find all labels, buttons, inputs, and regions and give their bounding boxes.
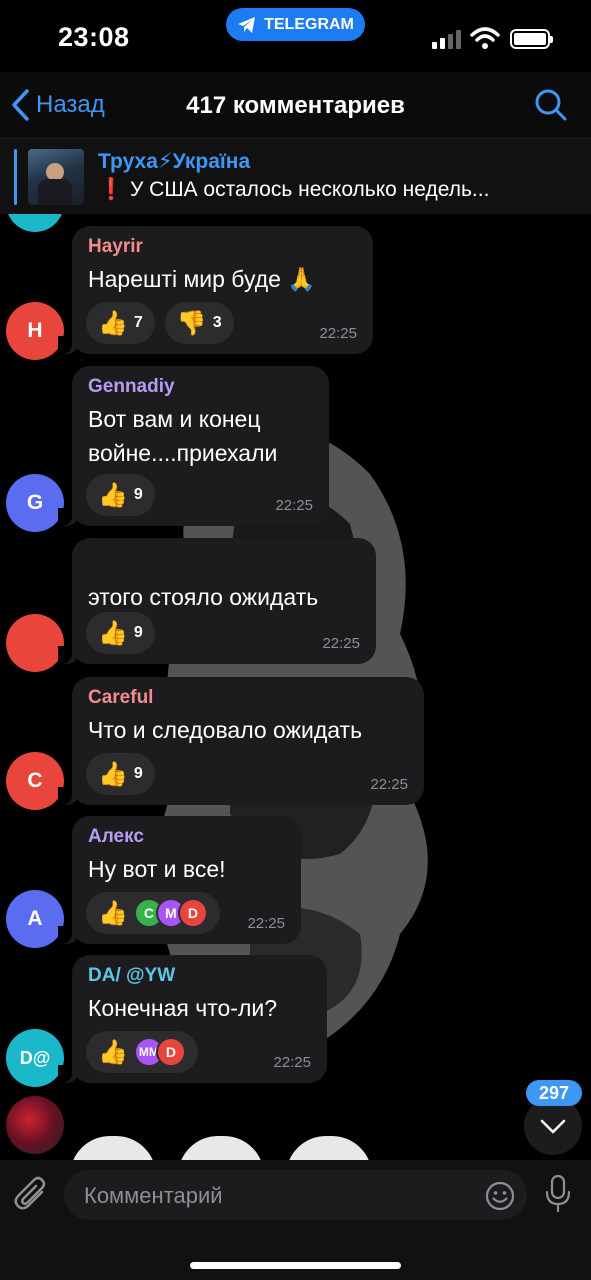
- signal-icon: [432, 30, 461, 49]
- reaction-count: 9: [133, 486, 143, 503]
- skull-icon: [178, 1136, 264, 1160]
- reactions: 👍 9: [86, 474, 155, 516]
- comment-input[interactable]: Комментарий: [64, 1170, 527, 1220]
- reaction-thumbs-up[interactable]: 👍 MM D: [86, 1031, 198, 1073]
- thumbs-up-icon: 👍: [98, 1038, 128, 1066]
- skull-icon: [286, 1136, 372, 1160]
- message-bubble[interactable]: Careful Что и следовало ожидать 👍 9 22:2…: [58, 677, 424, 805]
- avatar[interactable]: [6, 214, 64, 232]
- message-bubble[interactable]: DA/ @YW Конечная что-ли? 👍 MM D 22:25: [58, 955, 327, 1083]
- thumbs-down-icon: 👎: [176, 309, 207, 337]
- pinned-post[interactable]: Труха⚡Україна ❗ У США осталось несколько…: [0, 138, 591, 214]
- message-text: Конечная что-ли?: [88, 995, 278, 1021]
- reactions: 👍 MM D: [86, 1031, 198, 1073]
- sender-name[interactable]: Алекс: [88, 826, 285, 852]
- message-text: Вот вам и конец войне....приехали: [88, 406, 278, 466]
- sender-name[interactable]: Gennadiy: [88, 376, 313, 402]
- reaction-count: 7: [133, 314, 143, 331]
- reaction-count: 9: [133, 624, 143, 641]
- sticker-skulls[interactable]: [70, 1136, 372, 1160]
- avatar[interactable]: G: [6, 474, 64, 532]
- unread-count-badge: 297: [526, 1080, 582, 1106]
- reactor-avatar: D: [177, 898, 208, 928]
- status-bar: 23:08 TELEGRAM: [0, 0, 591, 72]
- reaction-thumbs-up[interactable]: 👍 9: [86, 753, 155, 795]
- reaction-thumbs-up[interactable]: 👍 C M D: [86, 892, 220, 934]
- sticker-emoji-icon[interactable]: [484, 1180, 516, 1212]
- sender-name[interactable]: [88, 548, 360, 574]
- wifi-icon: [470, 27, 500, 49]
- telegram-icon: [238, 16, 256, 33]
- reaction-count: 3: [212, 314, 222, 331]
- thumbs-up-icon: 👍: [98, 760, 128, 788]
- chevron-down-icon: [540, 1119, 566, 1134]
- pinned-thumbnail: [28, 149, 84, 205]
- avatar[interactable]: [6, 1096, 64, 1154]
- message-text: Что и следовало ожидать: [88, 717, 363, 743]
- message-time: 22:25: [273, 1054, 311, 1071]
- thumbs-up-icon: 👍: [98, 619, 128, 647]
- reactions: 👍 9: [86, 612, 155, 654]
- message-text: Нарешті мир буде 🙏: [88, 266, 316, 292]
- reactions: 👍 9: [86, 753, 155, 795]
- message-time: 22:25: [247, 915, 285, 932]
- message-text: этого стояло ожидать: [88, 584, 319, 610]
- reaction-thumbs-down[interactable]: 👎 3: [164, 302, 234, 344]
- microphone-icon[interactable]: [543, 1174, 573, 1214]
- message-time: 22:25: [370, 776, 408, 793]
- input-bar: Комментарий: [0, 1160, 591, 1280]
- avatar[interactable]: H: [6, 302, 64, 360]
- pinned-message: У США осталось несколько недель...: [130, 178, 490, 201]
- sender-name[interactable]: DA/ @YW: [88, 965, 311, 991]
- avatar[interactable]: A: [6, 890, 64, 948]
- battery-icon: [510, 29, 553, 49]
- reactions: 👍 7 👎 3: [86, 302, 234, 344]
- reactor-avatar: D: [155, 1037, 186, 1067]
- page-title: 417 комментариев: [186, 92, 405, 119]
- message-bubble[interactable]: Алекс Ну вот и все! 👍 C M D 22:25: [58, 816, 301, 944]
- nav-bar: Назад 417 комментариев: [0, 72, 591, 138]
- telegram-pill[interactable]: TELEGRAM: [226, 8, 365, 41]
- message-bubble[interactable]: Gennadiy Вот вам и конец войне....приеха…: [58, 366, 329, 526]
- status-time: 23:08: [58, 22, 130, 52]
- thumbs-up-icon: 👍: [98, 309, 128, 337]
- thumbs-up-icon: 👍: [98, 899, 128, 927]
- paperclip-icon[interactable]: [14, 1176, 50, 1214]
- skull-icon: [70, 1136, 156, 1160]
- message-time: 22:25: [319, 325, 357, 342]
- pinned-text: ❗ У США осталось несколько недель...: [98, 178, 489, 202]
- search-icon[interactable]: [534, 88, 568, 122]
- avatar[interactable]: [6, 614, 64, 672]
- sender-name[interactable]: Hayrir: [88, 236, 357, 262]
- message-bubble[interactable]: этого стояло ожидать 👍 9 22:25: [58, 538, 376, 664]
- reaction-thumbs-up[interactable]: 👍 7: [86, 302, 155, 344]
- message-time: 22:25: [322, 635, 360, 652]
- thumbs-up-icon: 👍: [98, 481, 128, 509]
- message-bubble[interactable]: Hayrir Нарешті мир буде 🙏 👍 7 👎 3 22:25: [58, 226, 373, 354]
- telegram-pill-label: TELEGRAM: [264, 15, 354, 33]
- home-indicator: [190, 1262, 401, 1269]
- avatar[interactable]: D@: [6, 1029, 64, 1087]
- pinned-channel-name: Труха⚡Україна: [98, 150, 251, 173]
- avatar[interactable]: C: [6, 752, 64, 810]
- reaction-thumbs-up[interactable]: 👍 9: [86, 474, 155, 516]
- reaction-thumbs-up[interactable]: 👍 9: [86, 612, 155, 654]
- sender-name[interactable]: Careful: [88, 687, 408, 713]
- reaction-count: 9: [133, 765, 143, 782]
- reactions: 👍 C M D: [86, 892, 220, 934]
- pinned-indicator: [14, 149, 17, 205]
- message-time: 22:25: [275, 497, 313, 514]
- exclamation-icon: ❗: [98, 178, 125, 201]
- message-text: Ну вот и все!: [88, 856, 226, 882]
- comments-list[interactable]: H Hayrir Нарешті мир буде 🙏 👍 7 👎 3 22:2…: [0, 214, 591, 1160]
- comment-input-placeholder: Комментарий: [84, 1183, 223, 1208]
